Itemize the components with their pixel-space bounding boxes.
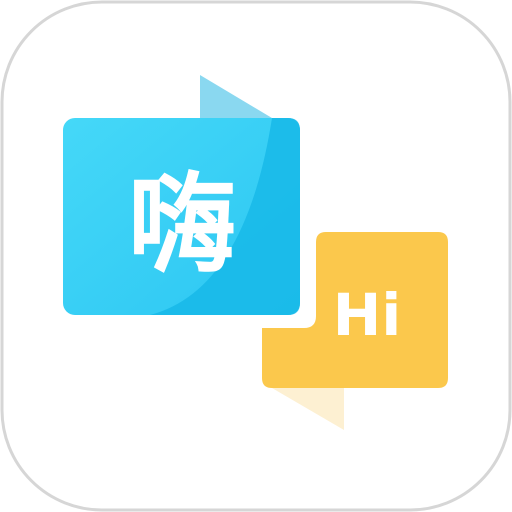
translation-chat-icon: 嗨 Hi xyxy=(0,0,512,512)
app-icon[interactable]: 嗨 Hi xyxy=(0,0,512,512)
english-text-label: Hi xyxy=(333,281,401,349)
chinese-character-label: 嗨 xyxy=(128,163,236,288)
